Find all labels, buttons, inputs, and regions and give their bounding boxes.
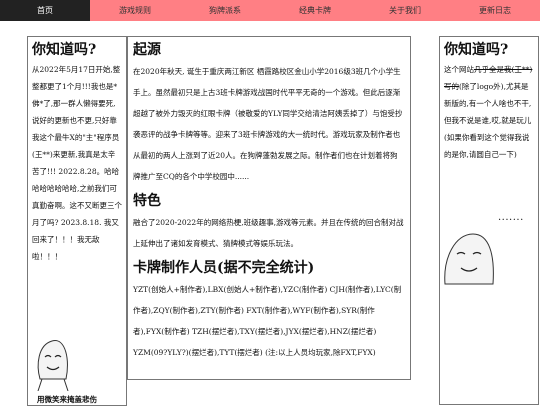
nav-about[interactable]: 关于我们 bbox=[360, 0, 450, 21]
main-panel: 起源 在2020年秋天, 诞生于重庆两江新区 栖霞路校区金山小学2016级3班几… bbox=[127, 36, 411, 380]
nav-changelog[interactable]: 更新日志 bbox=[450, 0, 540, 21]
nav-game-rules[interactable]: 游戏规则 bbox=[90, 0, 180, 21]
feature-text: 融合了2020-2022年的网络热梗,班级趣事,游戏等元素。并且在传统的回合制对… bbox=[133, 218, 404, 248]
right-panel: 你知道吗? 这个网站几乎全是我(王**)写的(除了logo外),尤其是新版的,有… bbox=[439, 36, 539, 405]
left-panel-title: 你知道吗? bbox=[32, 42, 97, 58]
feature-title: 特色 bbox=[133, 193, 161, 209]
right-panel-text: 这个网站几乎全是我(王**)写的(除了logo外),尤其是新版的,有一个人啥也不… bbox=[440, 61, 538, 163]
right-panel-title: 你知道吗? bbox=[444, 42, 509, 58]
nav-factions[interactable]: 狗牌派系 bbox=[180, 0, 270, 21]
right-text-pre: 这个网站 bbox=[444, 65, 474, 74]
staff-title: 卡牌制作人员(据不完全统计) bbox=[133, 260, 315, 276]
staff-text: YZT(创始人+制作者),LBX(创始人+制作者),YZC(制作者) CJH(制… bbox=[133, 285, 402, 357]
nav-items: 游戏规则 狗牌派系 经典卡牌 关于我们 更新日志 bbox=[90, 0, 540, 21]
origin-text: 在2020年秋天, 诞生于重庆两江新区 栖霞路校区金山小学2016级3班几个小学… bbox=[133, 67, 403, 181]
right-text-post: (除了logo外),尤其是新版的,有一个人啥也不干,但我不说是谁,哎,就是玩儿(… bbox=[444, 82, 532, 159]
meme-face-icon bbox=[444, 233, 494, 285]
left-panel-text: 从2022年5月17日开始,整整都更了1个月!!!我也是*佛*了,那一群人懒得要… bbox=[32, 65, 122, 261]
top-nav: 首页 游戏规则 狗牌派系 经典卡牌 关于我们 更新日志 bbox=[0, 0, 540, 21]
ellipsis-dots: ....... bbox=[498, 212, 524, 223]
nav-home[interactable]: 首页 bbox=[0, 0, 90, 21]
meme-caption: 用微笑来掩盖悲伤 bbox=[37, 395, 97, 404]
origin-title: 起源 bbox=[133, 42, 161, 58]
meme-face-icon bbox=[37, 340, 69, 391]
nav-classic-cards[interactable]: 经典卡牌 bbox=[270, 0, 360, 21]
